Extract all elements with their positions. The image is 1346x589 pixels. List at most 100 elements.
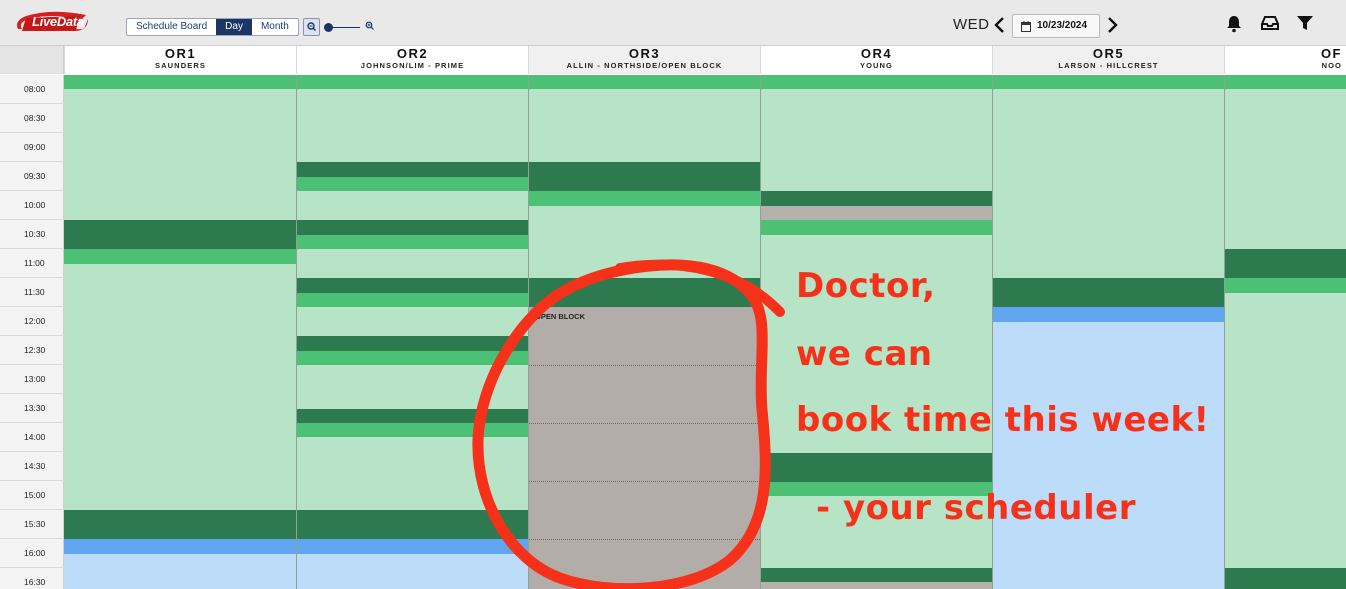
case-block[interactable] xyxy=(297,191,528,220)
calendar-icon xyxy=(1021,21,1031,32)
logo-text: LiveData xyxy=(32,14,84,29)
room-name: OF xyxy=(1320,46,1342,61)
open-block[interactable]: OPEN BLOCK xyxy=(529,307,760,589)
room-column-or6 xyxy=(1224,75,1346,589)
filter-icon[interactable] xyxy=(1297,15,1313,32)
case-block[interactable] xyxy=(64,264,296,510)
released-time-block[interactable] xyxy=(297,554,528,589)
room-surgeon: SAUNDERS xyxy=(155,61,206,70)
case-block-edge xyxy=(297,423,528,437)
time-slot: 14:30 xyxy=(0,452,64,481)
time-slot: 12:30 xyxy=(0,336,64,365)
weekday-label: WED xyxy=(953,16,990,33)
released-time-block[interactable] xyxy=(64,554,296,589)
case-block-edge xyxy=(761,75,992,89)
unassigned-block[interactable] xyxy=(761,582,992,589)
case-block[interactable] xyxy=(761,496,992,568)
time-slot: 15:30 xyxy=(0,510,64,539)
month-view-button[interactable]: Month xyxy=(252,19,298,35)
day-view-button[interactable]: Day xyxy=(216,19,252,35)
time-slot: 10:30 xyxy=(0,220,64,249)
case-block[interactable] xyxy=(297,89,528,162)
case-block[interactable] xyxy=(297,249,528,278)
time-slot: 16:30 xyxy=(0,568,64,589)
released-time-block[interactable] xyxy=(993,322,1224,589)
room-surgeon: NOO xyxy=(1321,61,1342,70)
case-block-edge xyxy=(64,75,296,89)
turnover-block xyxy=(297,336,528,351)
case-block[interactable] xyxy=(297,437,528,510)
turnover-block xyxy=(993,278,1224,307)
case-block-edge xyxy=(1225,278,1346,293)
turnover-block xyxy=(761,568,992,582)
zoom-in-icon[interactable] xyxy=(365,21,375,31)
turnover-block xyxy=(761,453,992,482)
case-block-edge xyxy=(297,351,528,365)
zoom-slider-handle[interactable] xyxy=(324,23,333,32)
header-corner xyxy=(0,46,64,74)
room-name: OR3 xyxy=(628,46,661,61)
case-block-edge xyxy=(64,249,296,264)
room-name: OR4 xyxy=(860,46,893,61)
date-value: 10/23/2024 xyxy=(1037,20,1088,31)
room-header-or5[interactable]: OR5 LARSON - HILLCREST xyxy=(992,46,1224,74)
case-block-edge xyxy=(297,235,528,249)
time-slot: 14:00 xyxy=(0,423,64,452)
time-slot: 10:00 xyxy=(0,191,64,220)
room-header-or3[interactable]: OR3 ALLIN - NORTHSIDE/OPEN BLOCK xyxy=(528,46,760,74)
time-slot: 16:00 xyxy=(0,539,64,568)
case-block-edge xyxy=(1225,75,1346,89)
previous-day-icon[interactable] xyxy=(993,15,1007,35)
top-toolbar: LiveData Schedule Board Day Month WED 10… xyxy=(0,0,1346,46)
case-block[interactable] xyxy=(993,89,1224,278)
turnover-block xyxy=(297,220,528,235)
turnover-block xyxy=(529,278,760,307)
case-block[interactable] xyxy=(1225,293,1346,568)
zoom-out-icon xyxy=(307,22,316,31)
time-slot: 11:00 xyxy=(0,249,64,278)
inbox-icon[interactable] xyxy=(1261,15,1279,31)
case-block-edge xyxy=(529,191,760,206)
slot-divider xyxy=(529,481,760,482)
turnover-block xyxy=(297,162,528,177)
turnover-block xyxy=(297,409,528,423)
schedule-app: LiveData Schedule Board Day Month WED 10… xyxy=(0,0,1346,589)
slot-divider xyxy=(529,423,760,424)
case-block[interactable] xyxy=(529,89,760,162)
room-header-or6[interactable]: OF NOO xyxy=(1224,46,1346,74)
view-switch: Schedule Board Day Month xyxy=(126,18,299,36)
bell-icon[interactable] xyxy=(1226,15,1242,33)
room-surgeon: ALLIN - NORTHSIDE/OPEN BLOCK xyxy=(566,61,723,70)
case-block-edge xyxy=(761,220,992,235)
case-block[interactable] xyxy=(529,206,760,278)
case-block[interactable] xyxy=(761,235,992,453)
room-header-or4[interactable]: OR4 YOUNG xyxy=(760,46,992,74)
time-slot: 15:00 xyxy=(0,481,64,510)
turnover-block xyxy=(64,220,296,249)
zoom-out-button[interactable] xyxy=(303,18,320,36)
room-surgeon: YOUNG xyxy=(859,61,893,70)
schedule-board-button[interactable]: Schedule Board xyxy=(127,19,216,35)
room-header-or1[interactable]: OR1 SAUNDERS xyxy=(64,46,296,74)
room-surgeon: JOHNSON/LIM - PRIME xyxy=(360,61,465,70)
room-name: OR1 xyxy=(164,46,197,61)
next-day-icon[interactable] xyxy=(1105,15,1119,35)
slot-divider xyxy=(529,365,760,366)
case-block-edge xyxy=(993,75,1224,89)
case-block[interactable] xyxy=(1225,89,1346,249)
date-picker[interactable]: 10/23/2024 xyxy=(1012,14,1100,38)
room-column-or4 xyxy=(760,75,992,589)
case-block[interactable] xyxy=(64,89,296,220)
case-block[interactable] xyxy=(761,89,992,191)
time-slot: 09:30 xyxy=(0,162,64,191)
room-header-or2[interactable]: OR2 JOHNSON/LIM - PRIME xyxy=(296,46,528,74)
slot-divider xyxy=(529,539,760,540)
case-block[interactable] xyxy=(297,307,528,336)
room-name: OR5 xyxy=(1092,46,1125,61)
case-block-edge xyxy=(529,75,760,89)
turnover-block xyxy=(64,510,296,539)
unassigned-block[interactable] xyxy=(761,206,992,220)
time-slot: 13:30 xyxy=(0,394,64,423)
room-column-or1 xyxy=(64,75,296,589)
case-block[interactable] xyxy=(297,365,528,409)
